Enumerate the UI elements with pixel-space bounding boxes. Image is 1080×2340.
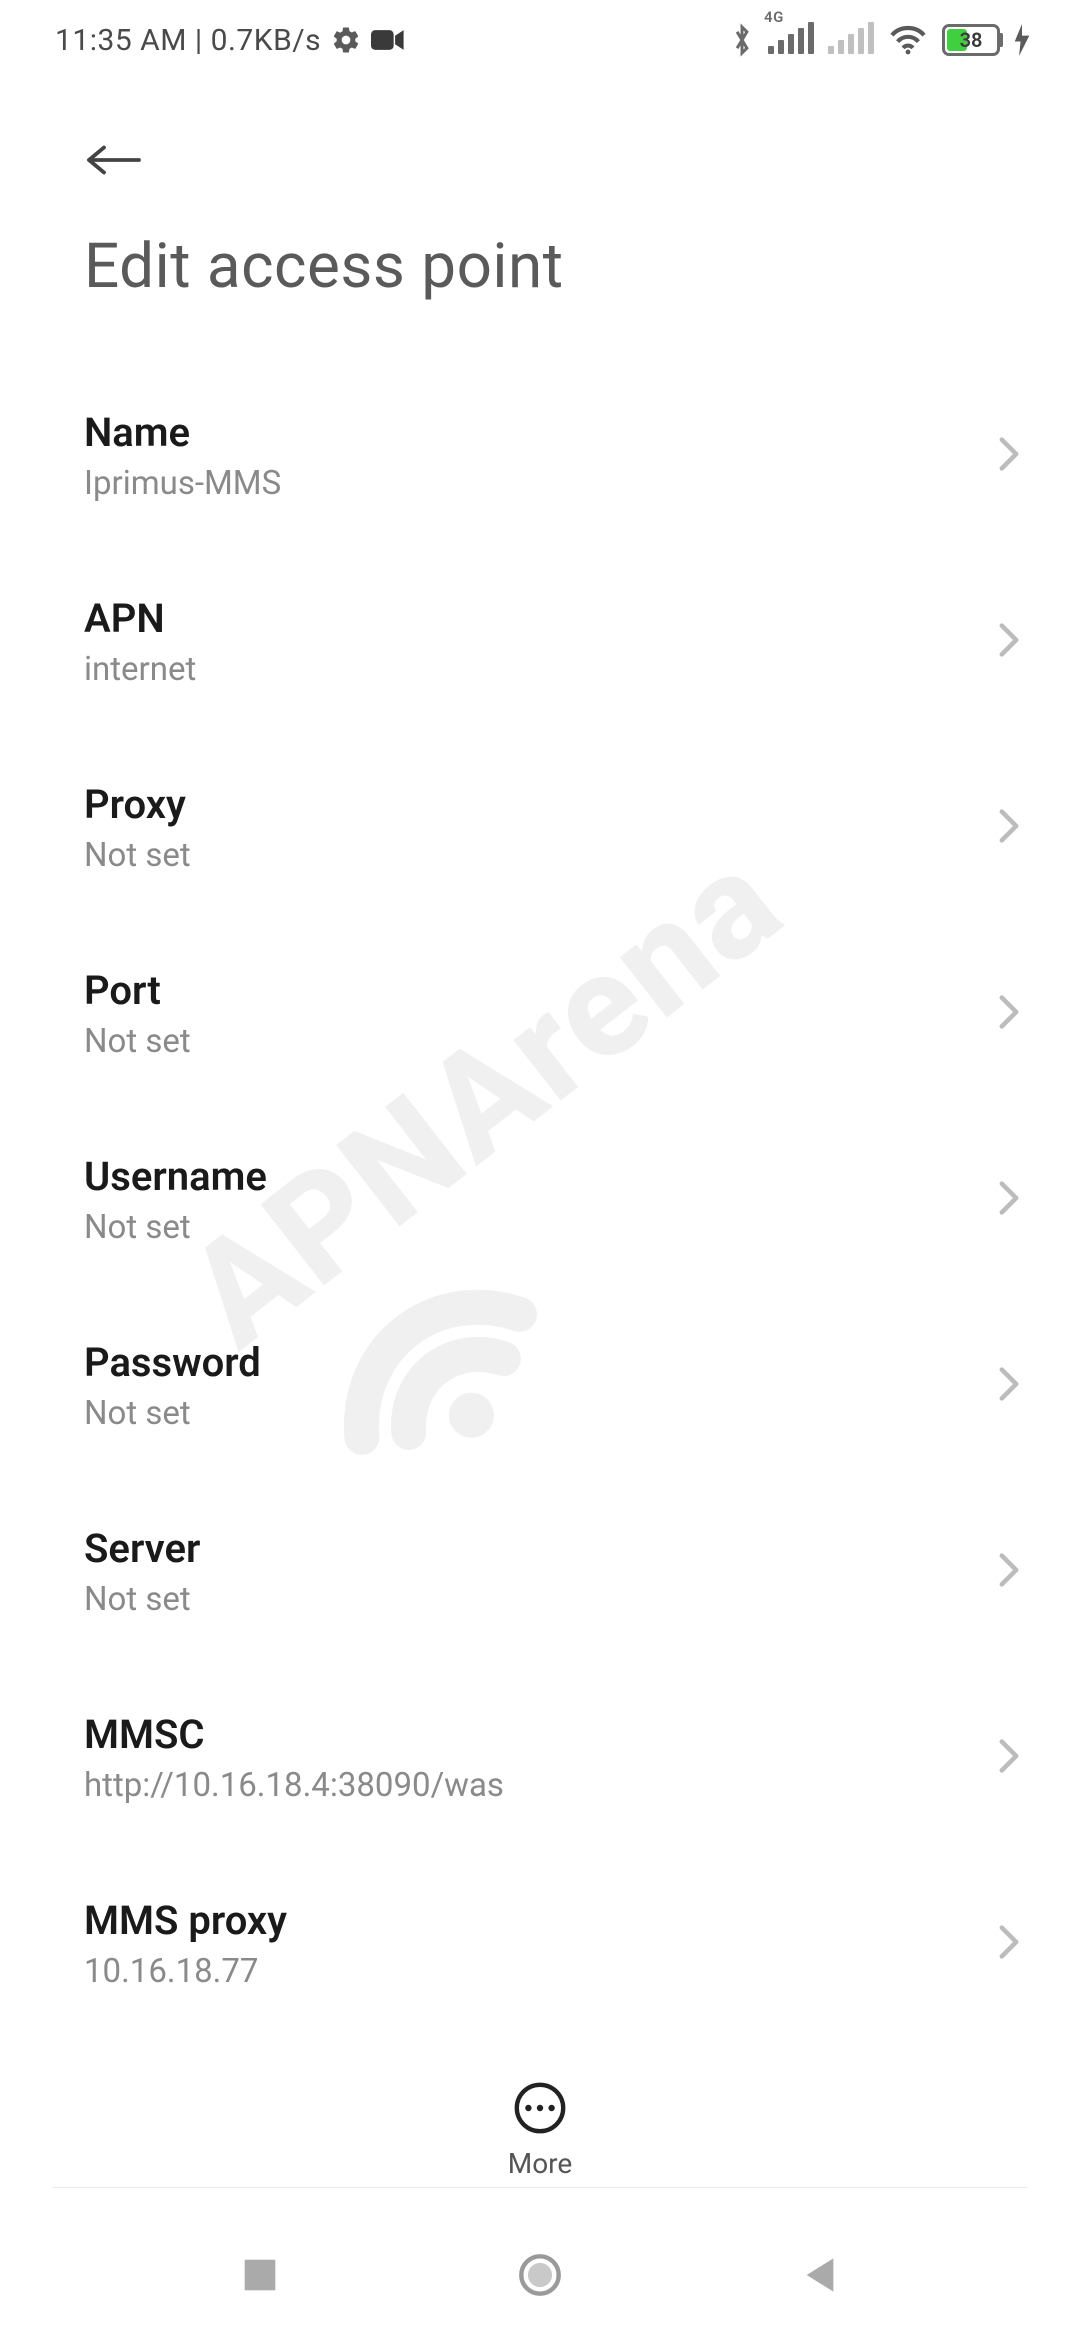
gear-icon [331, 25, 361, 55]
battery-pct: 38 [960, 28, 983, 52]
chevron-right-icon [998, 436, 1020, 476]
wifi-icon [888, 24, 928, 56]
row-password[interactable]: Password Not set [0, 1293, 1080, 1479]
status-right: 4G 38 [730, 22, 1030, 58]
battery-icon: 38 [942, 24, 1000, 56]
row-label: Password [84, 1339, 261, 1386]
row-label: Port [84, 967, 191, 1014]
back-button[interactable] [84, 130, 144, 190]
row-proxy[interactable]: Proxy Not set [0, 735, 1080, 921]
nav-back-button[interactable] [790, 2245, 850, 2305]
divider [52, 2187, 1028, 2188]
row-value: Iprimus-MMS [84, 464, 281, 503]
apn-settings-list: Name Iprimus-MMS APN internet Proxy Not … [0, 343, 1080, 2277]
row-label: Proxy [84, 781, 191, 828]
row-mmsc[interactable]: MMSC http://10.16.18.4:38090/was [0, 1665, 1080, 1851]
video-icon [371, 27, 405, 53]
chevron-right-icon [998, 808, 1020, 848]
row-value: Not set [84, 1022, 191, 1061]
nav-recent-button[interactable] [230, 2245, 290, 2305]
row-server[interactable]: Server Not set [0, 1479, 1080, 1665]
row-label: Server [84, 1525, 200, 1572]
row-value: internet [84, 650, 196, 689]
row-value: Not set [84, 836, 191, 875]
row-value: Not set [84, 1394, 261, 1433]
charging-icon [1014, 24, 1030, 56]
row-value: Not set [84, 1208, 267, 1247]
status-left: 11:35 AM | 0.7KB/s [55, 23, 405, 58]
row-name[interactable]: Name Iprimus-MMS [0, 363, 1080, 549]
status-bar: 11:35 AM | 0.7KB/s 4G 38 [0, 0, 1080, 80]
more-button[interactable] [511, 2079, 569, 2137]
page-title: Edit access point [84, 230, 1080, 303]
row-value: Not set [84, 1580, 200, 1619]
chevron-right-icon [998, 622, 1020, 662]
row-mms-proxy[interactable]: MMS proxy 10.16.18.77 [0, 1851, 1080, 2037]
bottom-action-bar: More [0, 2079, 1080, 2180]
cellular-signal-1-icon: 4G [768, 22, 814, 58]
chevron-right-icon [998, 994, 1020, 1034]
row-value: 10.16.18.77 [84, 1952, 287, 1991]
system-nav-bar [0, 2210, 1080, 2340]
cellular-signal-2-icon [828, 22, 874, 58]
chevron-right-icon [998, 1738, 1020, 1778]
row-label: Name [84, 409, 281, 456]
bluetooth-icon [730, 22, 754, 58]
row-apn[interactable]: APN internet [0, 549, 1080, 735]
chevron-right-icon [998, 1552, 1020, 1592]
chevron-right-icon [998, 1924, 1020, 1964]
status-time: 11:35 AM | 0.7KB/s [55, 23, 321, 58]
row-value: http://10.16.18.4:38090/was [84, 1766, 504, 1805]
chevron-right-icon [998, 1366, 1020, 1406]
network-tag: 4G [764, 8, 784, 26]
row-label: Username [84, 1153, 267, 1200]
more-label: More [508, 2147, 573, 2180]
chevron-right-icon [998, 1180, 1020, 1220]
nav-home-button[interactable] [510, 2245, 570, 2305]
row-label: APN [84, 595, 196, 642]
row-username[interactable]: Username Not set [0, 1107, 1080, 1293]
row-label: MMSC [84, 1711, 504, 1758]
row-port[interactable]: Port Not set [0, 921, 1080, 1107]
row-label: MMS proxy [84, 1897, 287, 1944]
